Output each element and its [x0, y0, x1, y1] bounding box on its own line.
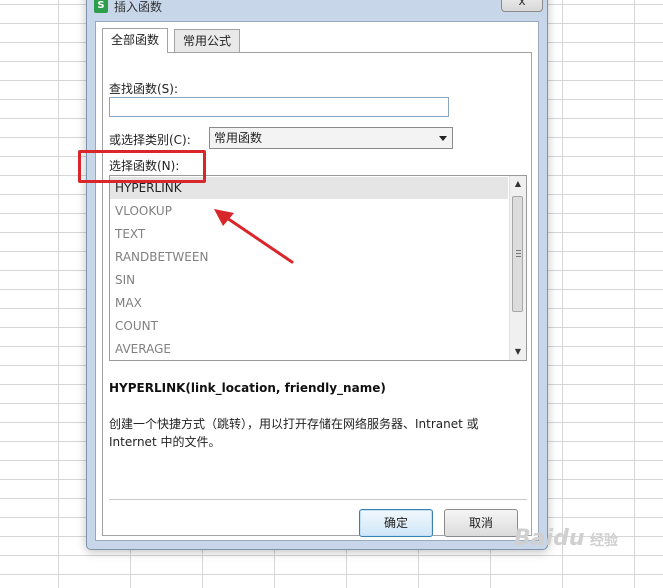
tab-all-functions[interactable]: 全部函数 — [102, 28, 169, 53]
watermark-logo: Baidu — [514, 526, 585, 551]
watermark-subtext: 经验 — [590, 533, 618, 549]
annotation-arrow-icon — [214, 209, 294, 264]
baidu-watermark: Baidu 经验 — [506, 520, 646, 564]
